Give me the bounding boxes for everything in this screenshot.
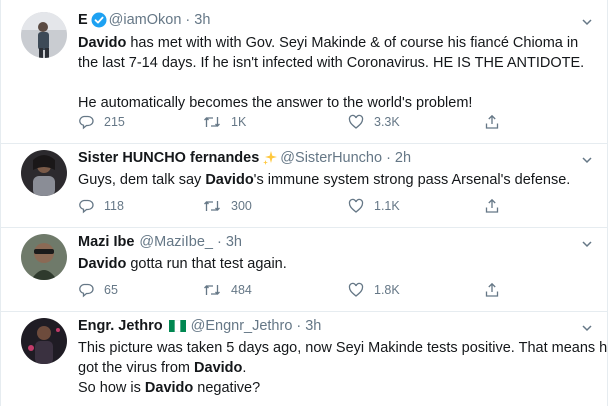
share-icon: [485, 114, 499, 129]
avatar[interactable]: [21, 234, 67, 280]
heart-icon: [348, 114, 364, 129]
tweet-header: Sister HUNCHO fernandes @SisterHuncho · …: [78, 150, 411, 166]
verified-badge-icon: [91, 12, 107, 28]
separator-dot: ·: [296, 318, 302, 334]
nigeria-flag-icon: [168, 320, 186, 332]
tweet-text: This picture was taken 5 days ago, now S…: [78, 340, 608, 396]
user-handle[interactable]: @Engnr_Jethro: [191, 318, 293, 334]
separator-dot: ·: [185, 12, 191, 28]
mention-text: Davido: [78, 256, 127, 272]
retweet-button[interactable]: 300: [203, 198, 252, 214]
tweet-text: Guys, dem talk say Davido's immune syste…: [78, 172, 571, 188]
retweet-count: 484: [231, 283, 252, 297]
heart-icon: [348, 198, 364, 213]
tweet-text-paragraph: He automatically becomes the answer to t…: [78, 95, 473, 111]
sparkles-icon: [262, 150, 278, 166]
retweet-icon: [204, 285, 220, 295]
reply-button[interactable]: 215: [78, 114, 125, 130]
share-icon: [485, 198, 499, 213]
share-button[interactable]: [484, 198, 510, 214]
display-name[interactable]: Engr. Jethro: [78, 318, 163, 334]
like-count: 3.3K: [374, 115, 400, 129]
tweet-feed: E @iamOkon · 3h Davido has met with with…: [0, 0, 608, 406]
avatar[interactable]: [21, 12, 67, 58]
separator-dot: ·: [386, 150, 391, 166]
like-button[interactable]: 1.1K: [348, 198, 400, 214]
reply-icon: [79, 199, 94, 214]
like-button[interactable]: 1.8K: [348, 282, 400, 298]
like-count: 1.8K: [374, 283, 400, 297]
timestamp[interactable]: 3h: [226, 234, 242, 250]
user-handle[interactable]: @SisterHuncho: [280, 150, 382, 166]
tweet-header: Mazi Ibe @MaziIbe_ · 3h: [78, 234, 242, 250]
mention-text: Davido: [144, 380, 194, 396]
tweet-header: E @iamOkon · 3h: [78, 12, 210, 28]
share-button[interactable]: [484, 282, 510, 298]
tweet-text: Davido gotta run that test again.: [78, 256, 287, 272]
retweet-button[interactable]: 1K: [203, 114, 246, 130]
timestamp[interactable]: 3h: [305, 318, 321, 334]
avatar[interactable]: [21, 318, 67, 364]
user-handle[interactable]: @iamOkon: [109, 12, 182, 28]
user-handle[interactable]: @MaziIbe_: [139, 234, 213, 250]
retweet-icon: [204, 117, 220, 127]
mention-text: Davido: [78, 35, 127, 51]
tweet-actions: 215 1K 3.3K: [78, 114, 518, 132]
display-name[interactable]: Sister HUNCHO fernandes: [78, 150, 259, 166]
share-icon: [485, 282, 499, 297]
tweet-text: Davido has met with with Gov. Seyi Makin…: [78, 33, 593, 113]
share-button[interactable]: [484, 114, 510, 130]
display-name[interactable]: Mazi Ibe: [78, 234, 134, 250]
like-count: 1.1K: [374, 199, 400, 213]
reply-icon: [79, 283, 94, 298]
display-name[interactable]: E: [78, 12, 88, 28]
separator-dot: ·: [216, 234, 222, 250]
reply-icon: [79, 115, 94, 130]
retweet-count: 1K: [231, 115, 247, 129]
chevron-down-icon[interactable]: [581, 238, 593, 250]
reply-button[interactable]: 65: [78, 282, 118, 298]
retweet-button[interactable]: 484: [203, 282, 252, 298]
reply-count: 65: [104, 283, 118, 297]
retweet-count: 300: [231, 199, 252, 213]
heart-icon: [348, 282, 364, 297]
avatar[interactable]: [21, 150, 67, 196]
chevron-down-icon[interactable]: [581, 16, 593, 28]
tweet[interactable]: Engr. Jethro @Engnr_Jethro · 3h This pic…: [1, 312, 607, 406]
tweet[interactable]: Mazi Ibe @MaziIbe_ · 3h Davido gotta run…: [1, 228, 607, 312]
mention-text: Davido: [194, 360, 243, 376]
chevron-down-icon[interactable]: [581, 322, 593, 334]
retweet-icon: [204, 201, 220, 211]
reply-count: 215: [104, 115, 125, 129]
timestamp[interactable]: 2h: [395, 150, 411, 166]
tweet-header: Engr. Jethro @Engnr_Jethro · 3h: [78, 318, 321, 334]
chevron-down-icon[interactable]: [581, 154, 593, 166]
tweet-actions: 118 300 1.1K: [78, 198, 518, 216]
reply-button[interactable]: 118: [78, 198, 124, 214]
tweet[interactable]: E @iamOkon · 3h Davido has met with with…: [1, 0, 607, 144]
mention-text: Davido: [205, 172, 254, 188]
timestamp[interactable]: 3h: [194, 12, 210, 28]
tweet[interactable]: Sister HUNCHO fernandes @SisterHuncho · …: [1, 144, 607, 228]
like-button[interactable]: 3.3K: [348, 114, 400, 130]
reply-count: 118: [104, 199, 124, 213]
tweet-actions: 65 484 1.8K: [78, 282, 518, 300]
